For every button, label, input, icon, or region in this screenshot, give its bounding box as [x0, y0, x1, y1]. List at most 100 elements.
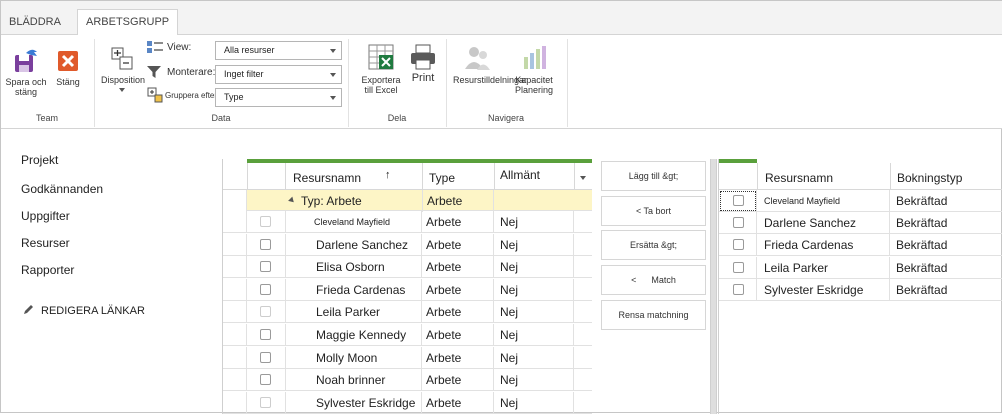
sort-arrow-icon[interactable]: ↑ — [385, 169, 391, 181]
capacity-chart-icon — [524, 46, 546, 69]
booking-type: Bekräftad — [890, 279, 1002, 301]
row-checkbox[interactable] — [260, 306, 271, 318]
remove-button[interactable]: < Ta bort — [601, 196, 706, 226]
column-divider — [422, 163, 423, 190]
column-header-generic[interactable]: Allmänt — [500, 168, 540, 182]
column-header-name[interactable]: Resursnamn — [293, 171, 361, 185]
resource-name: Frieda Cardenas — [286, 278, 422, 301]
resource-type: Arbete — [422, 301, 494, 324]
clear-match-button[interactable]: Rensa matchning — [601, 300, 706, 330]
resource-type: Arbete — [422, 391, 494, 414]
resource-generic: Nej — [494, 301, 574, 324]
table-row[interactable]: Frieda Cardenas Arbete Nej — [223, 278, 592, 301]
resource-name: Noah brinner — [286, 369, 422, 392]
nav-resources[interactable]: Resurser — [21, 236, 70, 250]
people-icon — [465, 47, 490, 70]
view-label: View: — [167, 42, 192, 53]
pane-splitter[interactable] — [710, 159, 717, 414]
tab-workgroup[interactable]: ARBETSGRUPP — [77, 9, 179, 36]
table-row[interactable]: Cleveland Mayfield Arbete Nej — [223, 211, 592, 233]
column-menu-icon[interactable] — [580, 176, 586, 180]
column-divider — [890, 163, 891, 190]
table-row[interactable]: Maggie Kennedy Arbete Nej — [223, 324, 592, 346]
tab-browse[interactable]: BLÄDDRA — [1, 11, 69, 36]
row-checkbox[interactable] — [260, 261, 271, 273]
match-button[interactable]: < Match — [601, 265, 706, 295]
group-by-select[interactable]: Type — [215, 88, 342, 107]
nav-approvals[interactable]: Godkännanden — [21, 182, 103, 196]
table-row[interactable]: Elisa Osborn Arbete Nej — [223, 256, 592, 279]
resource-name: Sylvester Eskridge — [286, 391, 422, 414]
table-row[interactable]: Darlene Sanchez Arbete Nej — [223, 233, 592, 256]
resource-name: Leila Parker — [758, 256, 890, 279]
export-excel-label: Exportera till Excel — [361, 75, 401, 95]
table-row[interactable]: Frieda Cardenas Bekräftad — [719, 234, 1002, 257]
row-checkbox[interactable] — [260, 351, 271, 363]
close-button[interactable]: Stäng — [51, 47, 85, 87]
resource-generic: Nej — [494, 369, 574, 392]
print-button[interactable]: Print — [406, 43, 440, 84]
resource-generic: Nej — [494, 233, 574, 256]
table-row[interactable]: Sylvester Eskridge Arbete Nej — [223, 391, 592, 414]
share-group-label: Dela — [387, 113, 407, 123]
table-row[interactable]: Sylvester Eskridge Bekräftad — [719, 278, 1002, 301]
nav-tasks[interactable]: Uppgifter — [21, 209, 70, 223]
row-checkbox[interactable] — [260, 283, 271, 295]
replace-button[interactable]: Ersätta &gt; — [601, 230, 706, 260]
capacity-planning-button[interactable]: Kapacitet Planering — [513, 43, 555, 95]
data-group-label: Data — [211, 113, 231, 123]
column-divider — [285, 163, 286, 190]
row-checkbox[interactable] — [260, 329, 271, 340]
collapse-icon[interactable] — [288, 196, 296, 205]
table-row[interactable]: Noah brinner Arbete Nej — [223, 369, 592, 392]
table-row[interactable]: Leila Parker Arbete Nej — [223, 301, 592, 324]
resource-name: Frieda Cardenas — [758, 234, 890, 257]
group-row[interactable]: Typ: Arbete Arbete — [223, 190, 592, 212]
row-checkbox[interactable] — [260, 238, 271, 250]
column-header-name[interactable]: Resursnamn — [765, 171, 833, 185]
row-gutter — [223, 278, 247, 301]
row-checkbox[interactable] — [260, 216, 271, 227]
resource-type: Arbete — [422, 346, 494, 369]
column-divider — [247, 163, 248, 190]
team-group-label: Team — [35, 113, 58, 123]
row-checkbox[interactable] — [733, 261, 744, 273]
disposition-button[interactable]: Disposition — [101, 45, 145, 92]
add-button[interactable]: Lägg till &gt; — [601, 161, 706, 191]
resource-name: Sylvester Eskridge — [758, 278, 890, 301]
resource-assignments-button[interactable]: Resurstilldelningar — [453, 43, 527, 85]
row-checkbox[interactable] — [733, 195, 744, 206]
edit-links[interactable]: REDIGERA LÄNKAR — [23, 303, 145, 317]
nav-projects[interactable]: Projekt — [21, 153, 58, 167]
table-row[interactable]: Darlene Sanchez Bekräftad — [719, 212, 1002, 235]
row-gutter — [223, 190, 247, 211]
column-header-type[interactable]: Type — [429, 171, 455, 185]
row-checkbox[interactable] — [733, 239, 744, 251]
resource-type: Arbete — [422, 233, 494, 256]
group-by-select-value: Type — [224, 92, 244, 102]
filter-select[interactable]: Inget filter — [215, 65, 342, 84]
close-icon — [58, 51, 78, 71]
filter-select-value: Inget filter — [224, 69, 264, 79]
column-divider — [494, 163, 495, 190]
resource-name: Elisa Osborn — [286, 256, 422, 279]
table-row[interactable]: Cleveland Mayfield Bekräftad — [719, 190, 1002, 212]
save-close-label: Spara och stäng — [5, 77, 47, 97]
nav-reports[interactable]: Rapporter — [21, 263, 74, 277]
view-select[interactable]: Alla resurser — [215, 41, 342, 60]
row-checkbox[interactable] — [260, 396, 271, 408]
export-excel-button[interactable]: Exportera till Excel — [357, 43, 405, 95]
row-gutter — [223, 391, 247, 414]
column-header-booking[interactable]: Bokningstyp — [897, 171, 962, 185]
table-row[interactable]: Molly Moon Arbete Nej — [223, 346, 592, 369]
row-checkbox[interactable] — [733, 283, 744, 295]
group-divider — [567, 39, 568, 127]
table-row[interactable]: Leila Parker Bekräftad — [719, 256, 1002, 279]
resource-name: Leila Parker — [286, 301, 422, 324]
row-checkbox[interactable] — [260, 374, 271, 386]
booking-type: Bekräftad — [890, 234, 1002, 256]
save-close-button[interactable]: Spara och stäng — [3, 47, 49, 97]
resource-name: Cleveland Mayfield — [758, 190, 890, 212]
ribbon: Spara och stäng Stäng Team Disposition V… — [1, 35, 1002, 129]
row-checkbox[interactable] — [733, 217, 744, 229]
